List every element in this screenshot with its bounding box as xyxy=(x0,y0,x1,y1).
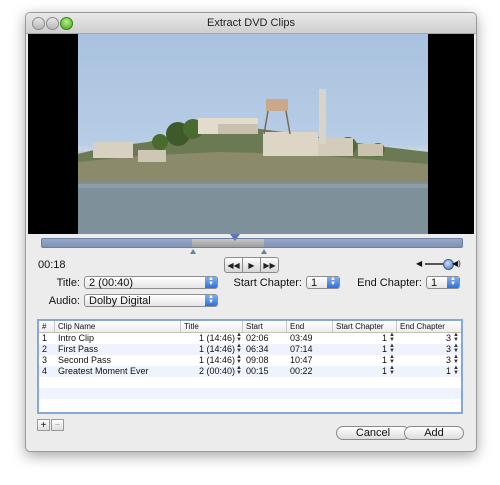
start-cell[interactable]: 00:15 xyxy=(246,366,269,377)
column-header-number[interactable]: # xyxy=(39,321,55,332)
start-chapter-value: 1 xyxy=(311,277,318,289)
popup-arrows-icon: ▲ ▼ xyxy=(327,276,339,288)
window-title: Extract DVD Clips xyxy=(206,17,296,29)
column-header-end-chapter[interactable]: End Chapter xyxy=(397,321,461,332)
selection-start-marker[interactable] xyxy=(190,249,196,254)
row-number: 4 xyxy=(42,366,48,376)
playhead-handle[interactable] xyxy=(230,234,240,241)
end-chapter-cell: 3 xyxy=(445,344,451,354)
clips-table[interactable]: # Clip Name Title Start End Start Chapte… xyxy=(37,319,463,414)
extract-dvd-clips-window: Extract DVD Clips 00:18 ◀◀ ▶ ▶▶ ◀ ◀) Tit… xyxy=(25,12,477,452)
end-chapter-label: End Chapter: xyxy=(357,277,422,289)
end-chapter-cell: 3 xyxy=(445,333,451,343)
speaker-low-icon: ◀ xyxy=(416,259,423,268)
row-number: 3 xyxy=(42,355,48,365)
fast-forward-button[interactable]: ▶▶ xyxy=(260,257,279,273)
title-stepper-icon[interactable]: ▲ ▼ xyxy=(236,343,242,354)
title-stepper-icon[interactable]: ▲ ▼ xyxy=(236,332,242,343)
table-header: # Clip Name Title Start End Start Chapte… xyxy=(39,321,461,333)
end-cell[interactable]: 00:22 xyxy=(290,366,313,377)
volume-slider[interactable]: ◀ ◀) xyxy=(416,259,461,270)
end-chapter-stepper-icon[interactable]: ▲ ▼ xyxy=(453,332,459,343)
title-stepper-icon[interactable]: ▲ ▼ xyxy=(236,354,242,365)
clip-name-cell[interactable]: Second Pass xyxy=(58,355,111,366)
start-chapter-cell: 1 xyxy=(381,355,387,365)
end-chapter-popup[interactable]: 1 ▲ ▼ xyxy=(426,276,460,289)
row-number: 2 xyxy=(42,344,48,354)
transport-controls: ◀◀ ▶ ▶▶ xyxy=(224,257,279,273)
fast-forward-icon: ▶▶ xyxy=(263,260,276,270)
video-frame-image xyxy=(78,34,428,234)
clip-name-cell[interactable]: Greatest Moment Ever xyxy=(58,366,149,377)
title-label: Title: xyxy=(56,277,80,289)
audio-label: Audio: xyxy=(48,295,80,307)
end-chapter-cell: 1 xyxy=(445,366,451,376)
column-header-clip-name[interactable]: Clip Name xyxy=(55,321,181,332)
play-button[interactable]: ▶ xyxy=(242,257,261,273)
clip-name-cell[interactable]: Intro Clip xyxy=(58,333,94,344)
timeline-scrubber[interactable] xyxy=(41,234,463,254)
end-chapter-stepper-icon[interactable]: ▲ ▼ xyxy=(453,354,459,365)
start-chapter-label: Start Chapter: xyxy=(233,277,302,289)
title-stepper-icon[interactable]: ▲ ▼ xyxy=(236,365,242,376)
end-chapter-cell: 3 xyxy=(445,355,451,365)
audio-popup-value: Dolby Digital xyxy=(89,295,151,307)
title-popup[interactable]: 2 (00:40) ▲ ▼ xyxy=(84,276,218,289)
empty-row xyxy=(39,388,461,399)
column-header-start[interactable]: Start xyxy=(243,321,287,332)
start-chapter-cell: 1 xyxy=(381,333,387,343)
start-chapter-cell: 1 xyxy=(381,344,387,354)
add-button[interactable]: Add xyxy=(404,426,464,440)
column-header-end[interactable]: End xyxy=(287,321,333,332)
popup-arrows-icon: ▲ ▼ xyxy=(447,276,459,288)
start-cell[interactable]: 06:34 xyxy=(246,344,269,355)
title-cell: 1 (14:46) xyxy=(198,333,235,343)
table-row[interactable]: 3 Second Pass 1 (14:46) ▲ ▼ 09:08 10:47 1… xyxy=(39,354,461,366)
row-number: 1 xyxy=(42,333,48,343)
audio-popup[interactable]: Dolby Digital ▲ ▼ xyxy=(84,294,218,307)
remove-row-button[interactable]: − xyxy=(51,419,64,431)
column-header-title[interactable]: Title xyxy=(181,321,243,332)
end-cell[interactable]: 10:47 xyxy=(290,355,313,366)
popup-arrows-icon: ▲ ▼ xyxy=(205,276,217,288)
rewind-button[interactable]: ◀◀ xyxy=(224,257,243,273)
end-chapter-stepper-icon[interactable]: ▲ ▼ xyxy=(453,365,459,376)
empty-row xyxy=(39,399,461,410)
add-row-button[interactable]: + xyxy=(37,419,50,431)
start-chapter-stepper-icon[interactable]: ▲ ▼ xyxy=(389,332,395,343)
title-cell: 2 (00:40) xyxy=(198,366,235,376)
empty-row xyxy=(39,377,461,388)
current-time: 00:18 xyxy=(38,259,66,271)
start-chapter-stepper-icon[interactable]: ▲ ▼ xyxy=(389,343,395,354)
clip-selection-range[interactable] xyxy=(192,239,264,247)
end-cell[interactable]: 07:14 xyxy=(290,344,313,355)
selection-end-marker[interactable] xyxy=(261,249,267,254)
popup-arrows-icon: ▲ ▼ xyxy=(205,294,217,306)
end-chapter-value: 1 xyxy=(431,277,438,289)
title-cell: 1 (14:46) xyxy=(198,355,235,365)
speaker-high-icon: ◀) xyxy=(452,259,461,268)
title-cell: 1 (14:46) xyxy=(198,344,235,354)
cancel-button[interactable]: Cancel xyxy=(336,426,410,440)
rewind-icon: ◀◀ xyxy=(227,260,240,270)
end-chapter-stepper-icon[interactable]: ▲ ▼ xyxy=(453,343,459,354)
table-row[interactable]: 2 First Pass 1 (14:46) ▲ ▼ 06:34 07:14 1 … xyxy=(39,343,461,355)
start-chapter-popup[interactable]: 1 ▲ ▼ xyxy=(306,276,340,289)
start-cell[interactable]: 02:06 xyxy=(246,333,269,344)
start-chapter-stepper-icon[interactable]: ▲ ▼ xyxy=(389,365,395,376)
table-row[interactable]: 1 Intro Clip 1 (14:46) ▲ ▼ 02:06 03:49 1 … xyxy=(39,332,461,344)
video-preview xyxy=(28,34,474,234)
clip-name-cell[interactable]: First Pass xyxy=(58,344,98,355)
play-icon: ▶ xyxy=(248,260,255,270)
table-row[interactable]: 4 Greatest Moment Ever 2 (00:40) ▲ ▼ 00:1… xyxy=(39,365,461,377)
end-cell[interactable]: 03:49 xyxy=(290,333,313,344)
title-popup-value: 2 (00:40) xyxy=(89,277,134,289)
column-header-start-chapter[interactable]: Start Chapter xyxy=(333,321,397,332)
start-chapter-stepper-icon[interactable]: ▲ ▼ xyxy=(389,354,395,365)
title-bar: Extract DVD Clips xyxy=(26,13,476,34)
start-cell[interactable]: 09:08 xyxy=(246,355,269,366)
start-chapter-cell: 1 xyxy=(381,366,387,376)
